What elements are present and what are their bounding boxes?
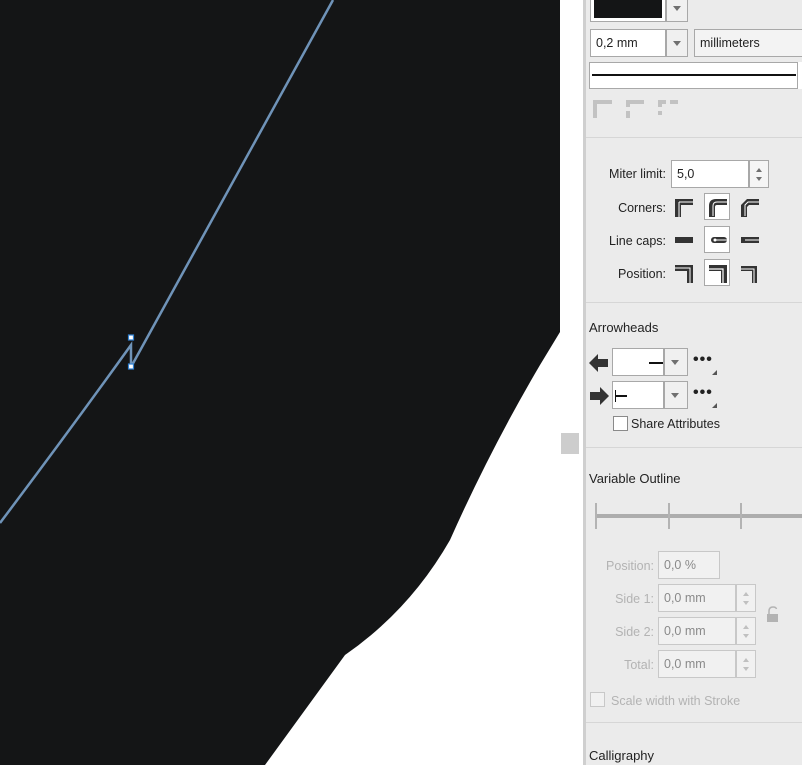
outside-position-icon [675, 265, 693, 283]
vo-total-stepper[interactable] [736, 650, 756, 678]
node-handle-bottom[interactable] [127, 363, 135, 370]
round-corner-icon [709, 199, 727, 217]
outline-width-dropdown[interactable] [666, 29, 688, 57]
center-position-icon [709, 265, 727, 283]
position-inside-button[interactable] [737, 260, 763, 287]
vo-total-label: Total: [624, 658, 654, 672]
miter-limit-field[interactable]: 5,0 [671, 160, 749, 188]
square-cap-icon [741, 237, 759, 243]
corner-preset-icons [593, 100, 678, 118]
corner-bevel-button[interactable] [737, 194, 763, 221]
corners-label: Corners: [618, 201, 666, 215]
vo-side1-field[interactable]: 0,0 mm [658, 584, 736, 612]
vo-side1-label: Side 1: [615, 592, 654, 606]
vo-total-field[interactable]: 0,0 mm [658, 650, 736, 678]
vo-side2-label: Side 2: [615, 625, 654, 639]
vo-side2-field[interactable]: 0,0 mm [658, 617, 736, 645]
position-label: Position: [618, 267, 666, 281]
calligraphy-heading: Calligraphy [589, 748, 655, 763]
outline-properties-panel: 0,2 mm millimeters Miter limit: 5,0 Corn… [586, 0, 802, 765]
line-style-scroll[interactable] [797, 62, 802, 89]
variable-outline-ruler[interactable] [595, 500, 802, 532]
round-cap-icon [711, 237, 727, 243]
vo-side1-stepper[interactable] [736, 584, 756, 612]
outline-color-swatch[interactable] [590, 0, 666, 22]
line-caps-label: Line caps: [609, 234, 666, 248]
corner-miter-button[interactable] [671, 194, 697, 221]
miter-limit-label: Miter limit: [609, 167, 666, 181]
end-arrowhead-select[interactable] [612, 381, 664, 409]
docker-collapse-handle[interactable] [561, 433, 579, 454]
start-arrowhead-dropdown[interactable] [664, 348, 688, 376]
corner-round-button[interactable] [704, 193, 730, 220]
node-handle-top[interactable] [127, 334, 135, 341]
cap-round-button[interactable] [704, 226, 730, 253]
bevel-corner-icon [741, 199, 759, 217]
share-attributes-checkbox[interactable] [613, 416, 628, 431]
inside-position-icon [741, 266, 757, 283]
cap-square-button[interactable] [737, 227, 763, 254]
lock-icon[interactable] [766, 606, 780, 624]
end-arrow-icon [590, 387, 609, 405]
vo-position-field[interactable]: 0,0 % [658, 551, 720, 579]
scale-width-checkbox[interactable] [590, 692, 605, 707]
end-arrowhead-dropdown[interactable] [664, 381, 688, 409]
vo-position-label: Position: [606, 559, 654, 573]
canvas-artwork[interactable] [0, 0, 584, 765]
miter-corner-icon [675, 199, 693, 217]
cap-butt-button[interactable] [671, 227, 697, 254]
scale-width-label[interactable]: Scale width with Stroke [611, 694, 740, 708]
drawing-canvas[interactable] [0, 0, 584, 765]
miter-limit-stepper[interactable] [749, 160, 769, 188]
arrowheads-heading: Arrowheads [589, 320, 659, 335]
position-outside-button[interactable] [671, 260, 697, 287]
units-select[interactable]: millimeters [694, 29, 802, 57]
share-attributes-label[interactable]: Share Attributes [631, 417, 720, 431]
dark-shape[interactable] [0, 0, 560, 765]
end-arrowhead-more-button[interactable]: ••• [693, 385, 721, 408]
line-style-selector[interactable] [589, 62, 799, 89]
position-center-button[interactable] [704, 259, 730, 286]
start-arrowhead-more-button[interactable]: ••• [693, 352, 721, 375]
butt-cap-icon [675, 237, 693, 243]
start-arrow-icon [589, 354, 608, 372]
start-arrowhead-select[interactable] [612, 348, 664, 376]
variable-outline-heading: Variable Outline [589, 471, 681, 486]
outline-color-dropdown[interactable] [666, 0, 688, 22]
vo-side2-stepper[interactable] [736, 617, 756, 645]
outline-width-field[interactable]: 0,2 mm [590, 29, 666, 57]
